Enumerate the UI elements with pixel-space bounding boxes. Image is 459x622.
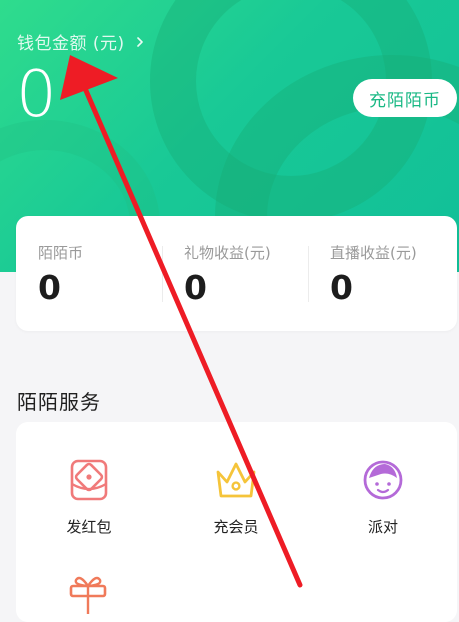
services-section-title: 陌陌服务	[17, 390, 101, 414]
stat-value: 0	[184, 268, 207, 307]
recharge-coins-button[interactable]: 充陌陌币	[353, 79, 457, 117]
stat-value: 0	[38, 268, 61, 307]
stat-label: 陌陌币	[38, 244, 84, 262]
party-face-icon	[363, 460, 403, 500]
services-card: 发红包 充会员 派对	[16, 422, 457, 622]
service-membership[interactable]: 充会员	[176, 458, 296, 537]
stat-label: 直播收益(元)	[330, 244, 417, 262]
service-red-envelope[interactable]: 发红包	[29, 458, 149, 537]
service-party[interactable]: 派对	[323, 458, 443, 537]
red-envelope-icon	[70, 459, 108, 501]
stat-value: 0	[330, 268, 353, 307]
wallet-amount-label: 钱包金额 (元)	[17, 34, 125, 54]
chevron-right-icon	[136, 36, 143, 47]
service-label: 发红包	[66, 518, 112, 536]
balance-stats-card: 陌陌币 0 礼物收益(元) 0 直播收益(元) 0	[16, 216, 457, 331]
crown-icon	[216, 462, 256, 498]
divider	[308, 246, 309, 302]
wallet-amount-value: 0	[16, 58, 57, 132]
stat-label: 礼物收益(元)	[184, 244, 271, 262]
gift-icon[interactable]	[66, 570, 110, 614]
service-label: 派对	[367, 518, 398, 536]
service-label: 充会员	[213, 518, 259, 536]
wallet-amount-link[interactable]: 钱包金额 (元)	[17, 29, 145, 54]
divider	[162, 246, 163, 302]
